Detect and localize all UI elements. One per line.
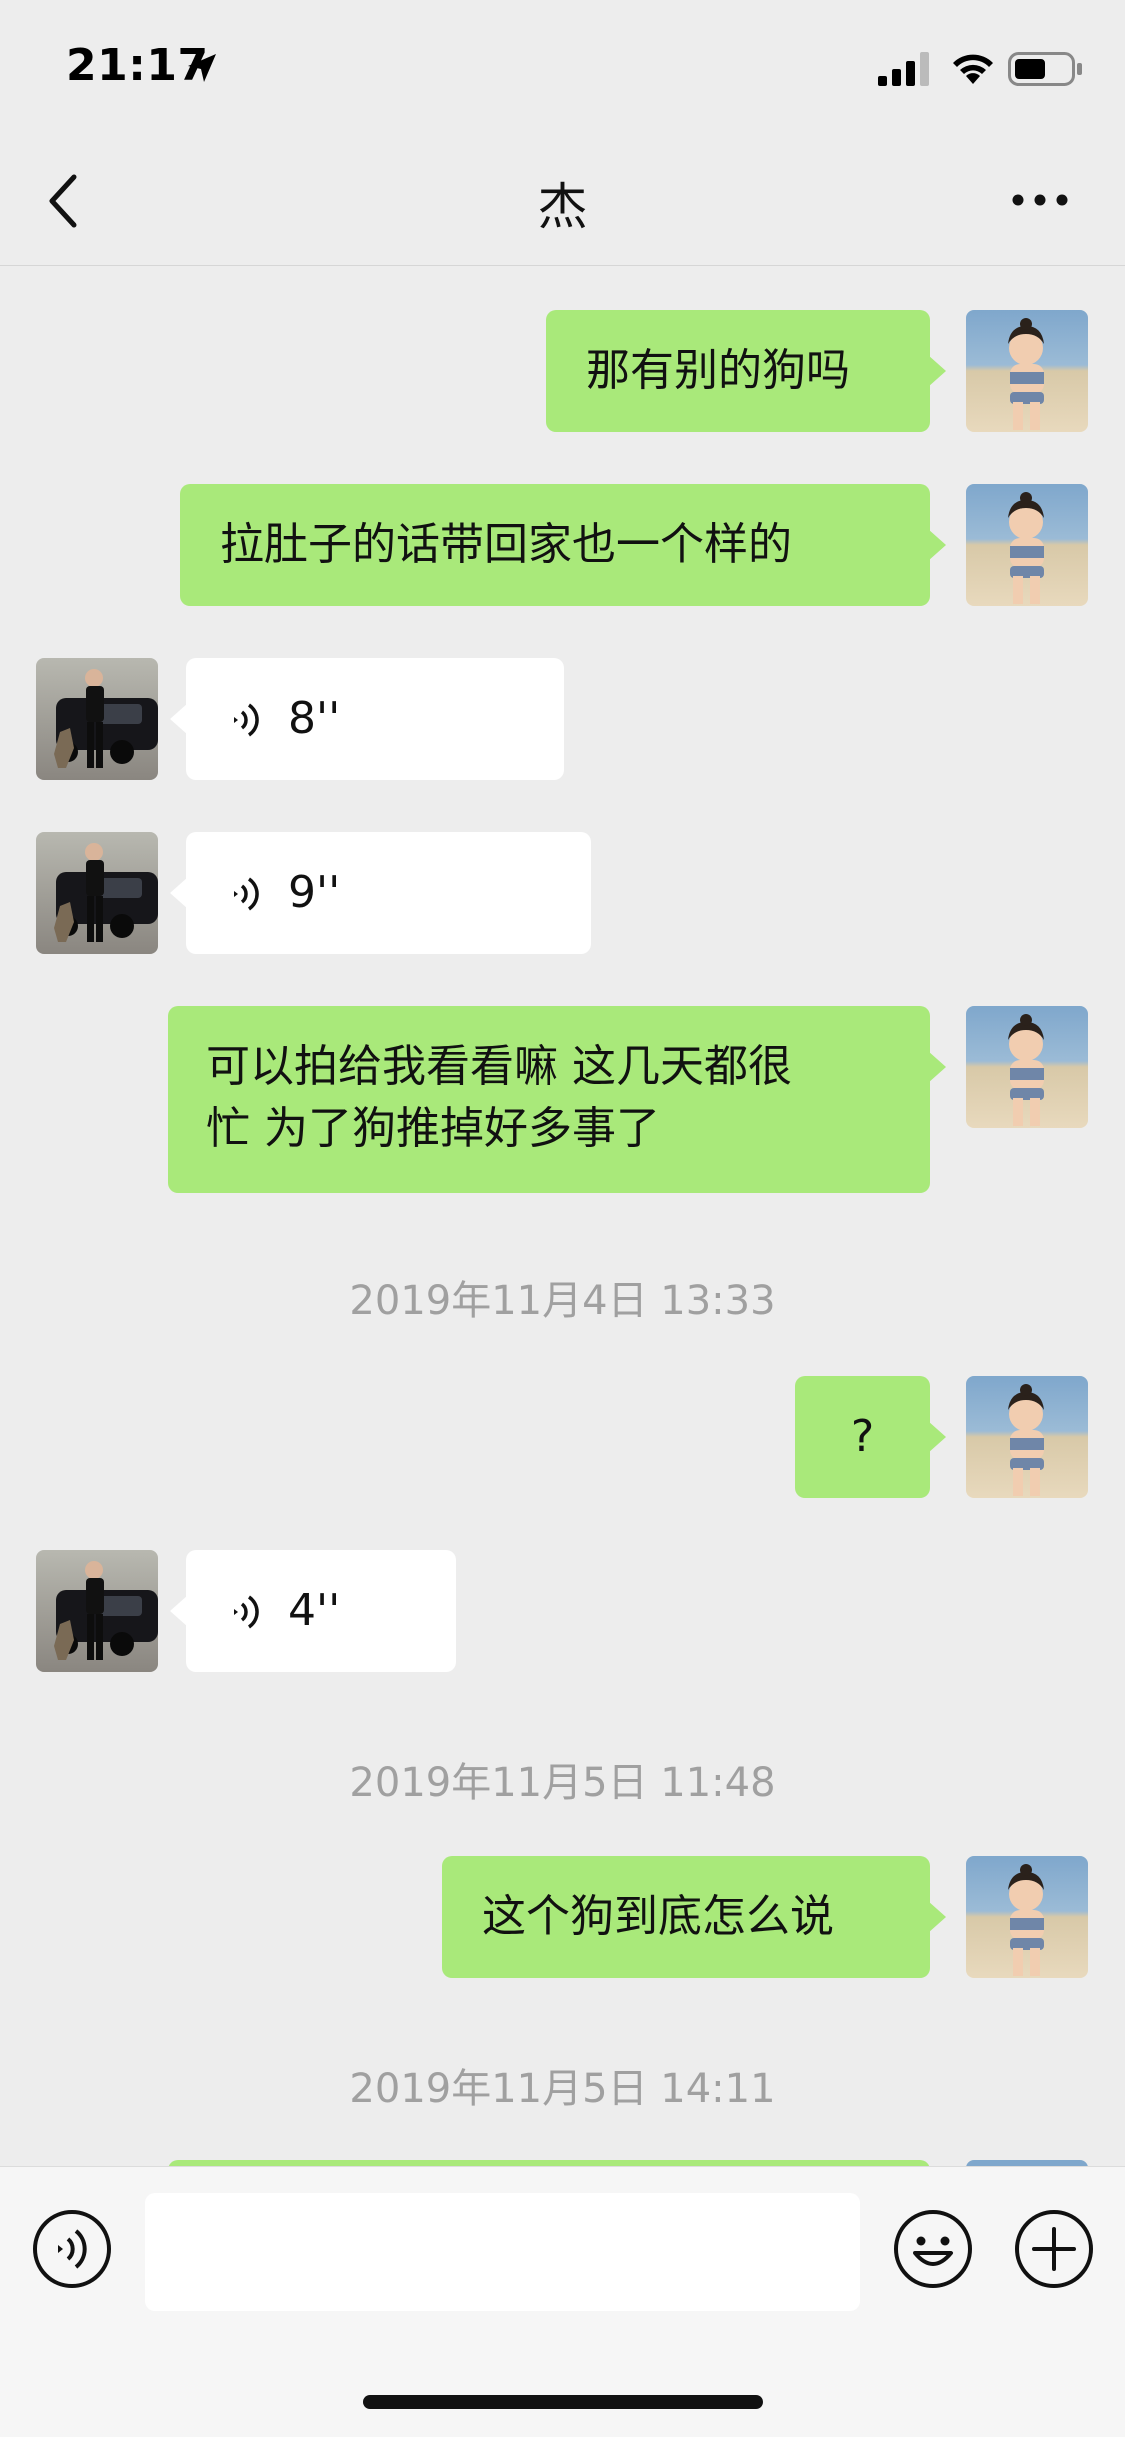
message-bubble[interactable]: 拉肚子的话带回家也一个样的 bbox=[180, 484, 946, 606]
voice-wave-icon bbox=[234, 877, 259, 911]
avatar[interactable] bbox=[36, 658, 158, 780]
message-text-line: 可以拍给我看看嘛 这几天都很 bbox=[206, 1041, 792, 1092]
plus-icon[interactable] bbox=[1014, 2209, 1094, 2289]
message-text-line: 忙 为了狗推掉好多事了 bbox=[206, 1103, 660, 1154]
status-bar: 21:17 bbox=[0, 0, 1125, 135]
battery-icon bbox=[1008, 52, 1082, 86]
voice-duration: 8'' bbox=[288, 693, 341, 744]
message-text: 这个狗到底怎么说 bbox=[482, 1891, 834, 1942]
voice-wave-icon bbox=[234, 1595, 259, 1629]
message-bubble[interactable]: 这个狗到底怎么说 bbox=[442, 1856, 946, 1978]
voice-duration: 4'' bbox=[288, 1585, 341, 1636]
avatar[interactable] bbox=[966, 484, 1088, 606]
avatar[interactable] bbox=[966, 1006, 1088, 1128]
home-indicator[interactable] bbox=[363, 2395, 763, 2409]
more-dots-icon[interactable] bbox=[1010, 190, 1070, 210]
timestamp: 2019年11月4日 13:33 bbox=[349, 1278, 776, 1324]
chat-title: 杰 bbox=[537, 178, 588, 236]
avatar[interactable] bbox=[966, 1856, 1088, 1978]
avatar[interactable] bbox=[36, 1550, 158, 1672]
message-input[interactable] bbox=[145, 2193, 860, 2311]
avatar[interactable] bbox=[966, 1376, 1088, 1498]
voice-message-bubble[interactable]: 4'' bbox=[170, 1550, 456, 1672]
avatar[interactable] bbox=[36, 832, 158, 954]
voice-message-bubble[interactable]: 9'' bbox=[170, 832, 591, 954]
location-arrow-icon bbox=[188, 54, 216, 82]
chat-header: 杰 bbox=[0, 135, 1125, 266]
message-bubble[interactable]: 可以拍给我看看嘛 这几天都很 忙 为了狗推掉好多事了 bbox=[168, 1006, 946, 1193]
voice-toggle-icon[interactable] bbox=[32, 2209, 112, 2289]
wifi-icon bbox=[953, 54, 993, 84]
message-text: 那有别的狗吗 bbox=[586, 345, 850, 396]
voice-duration: 9'' bbox=[288, 867, 341, 918]
emoji-icon[interactable] bbox=[893, 2209, 973, 2289]
voice-message-bubble[interactable]: 8'' bbox=[170, 658, 564, 780]
signal-icon bbox=[878, 52, 929, 86]
message-text: 拉肚子的话带回家也一个样的 bbox=[220, 519, 792, 570]
avatar[interactable] bbox=[966, 310, 1088, 432]
message-bubble[interactable]: ? bbox=[795, 1376, 946, 1498]
voice-wave-icon bbox=[234, 703, 259, 737]
message-text: ? bbox=[850, 1411, 875, 1462]
timestamp: 2019年11月5日 14:11 bbox=[349, 2066, 776, 2112]
timestamp: 2019年11月5日 11:48 bbox=[349, 1760, 776, 1806]
message-bubble[interactable]: 那有别的狗吗 bbox=[546, 310, 946, 432]
